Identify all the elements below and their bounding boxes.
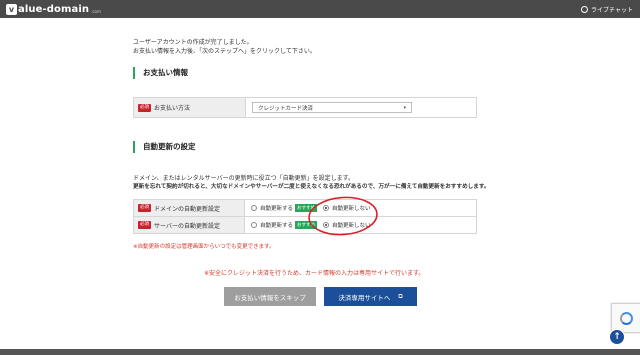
domain-auto-renew-row: 必須 ドメインの自動更新設定 自動更新する おすすめ 自動更新しない [134,200,476,217]
auto-renew-recommendation: 更新を忘れて契約が切れると、大切なドメインやサーバーが二度と使えなくなる恐れがあ… [133,184,490,190]
payment-method-label-cell: 必須 お支払い方法 [134,98,246,117]
radio-label: 自動更新する [260,223,294,229]
external-link-icon: ⧉ [398,292,403,300]
required-badge: 必須 [138,221,151,229]
payment-site-button[interactable]: 決済専用サイトへ ⧉ [324,287,417,306]
livechat-link[interactable]: ライブチャット [581,3,633,15]
radio-circle [251,222,257,228]
required-badge: 必須 [138,103,151,112]
secure-payment-notice: ※安全にクレジット決済を行うため、カード情報の入力は専用サイトで行います。 [204,270,425,277]
payment-method-value-cell: クレジットカード決済 ▾ [246,98,412,117]
payment-section-title: お支払い情報 [133,67,188,79]
domain-auto-renew-label-cell: 必須 ドメインの自動更新設定 [134,200,245,216]
annotation-circle [308,196,378,236]
radio-circle [251,205,257,211]
domain-auto-renew-label: ドメインの自動更新設定 [154,205,221,213]
skip-payment-button[interactable]: お支払い情報をスキップ [224,287,316,306]
payment-form: 必須 お支払い方法 クレジットカード決済 ▾ [133,97,477,118]
auto-renew-description: ドメイン、またはレンタルサーバーの更新時に役立つ「自動更新」を設定します。 [133,175,354,182]
arrow-up-icon: ↑ [613,331,621,342]
top-header: v alue-domain .com ライブチャット [0,0,640,18]
livechat-label: ライブチャット [591,6,633,14]
chat-icon [581,5,589,13]
auto-renew-form: 必須 ドメインの自動更新設定 自動更新する おすすめ 自動更新しない 必須 サー… [133,199,477,234]
value-domain-logo[interactable]: v alue-domain .com [6,2,101,16]
required-badge: 必須 [138,204,151,212]
auto-renew-section-title: 自動更新の設定 [133,141,196,153]
payment-method-selected: クレジットカード決済 [258,105,314,112]
chevron-down-icon: ▾ [403,104,406,111]
footer-bar [0,349,640,355]
account-created-message: ユーザーアカウントの作成が完了しました。 [133,39,253,46]
server-auto-renew-label-cell: 必須 サーバーの自動更新設定 [134,217,245,233]
server-auto-renew-row: 必須 サーバーの自動更新設定 自動更新する おすすめ 自動更新しない [134,217,476,233]
skip-payment-label: お支払い情報をスキップ [234,293,306,302]
payment-method-label: お支払い方法 [154,105,191,112]
logo-badge: v [6,3,17,15]
recaptcha-icon [619,311,633,325]
payment-site-label: 決済専用サイトへ [338,293,391,302]
radio-label: 自動更新する [260,206,294,212]
instruction-message: お支払い情報を入力後、「次のステップへ」をクリックして下さい。 [133,48,316,55]
auto-renew-note: ※自動更新の設定は管理画面からいつでも変更できます。 [133,244,275,250]
logo-text: alue-domain [18,3,90,15]
server-auto-renew-label: サーバーの自動更新設定 [154,222,220,230]
scroll-to-top-button[interactable]: ↑ [609,329,625,345]
payment-method-row: 必須 お支払い方法 クレジットカード決済 ▾ [134,98,476,117]
payment-method-select[interactable]: クレジットカード決済 ▾ [252,102,412,113]
logo-domain-suffix: .com [91,9,101,14]
